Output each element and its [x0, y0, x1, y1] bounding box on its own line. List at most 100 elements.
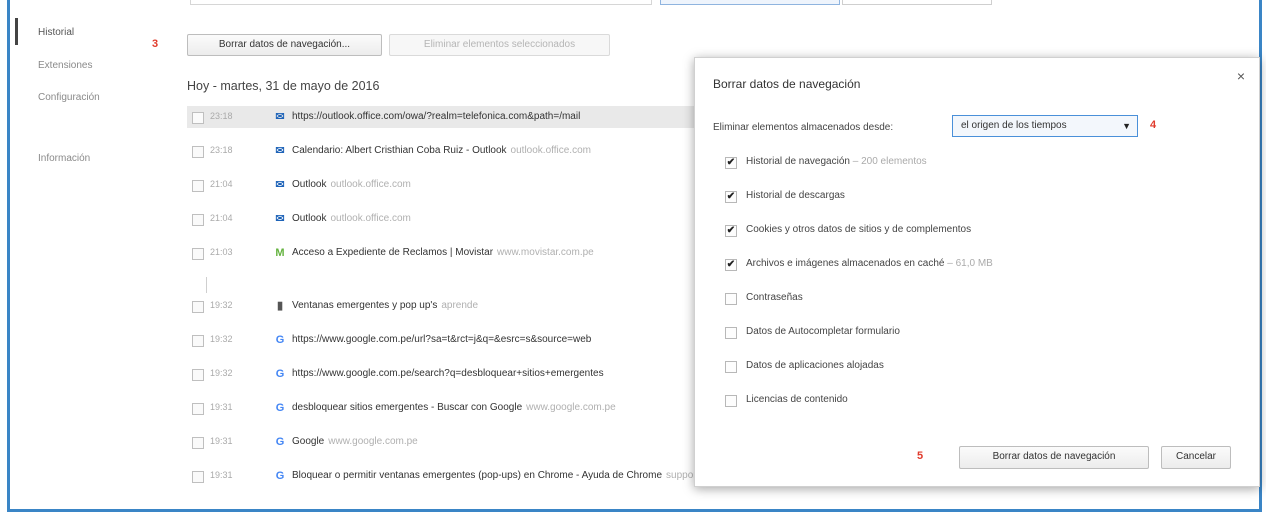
- sidebar-item-extensions[interactable]: Extensiones: [38, 60, 92, 71]
- row-time: 19:32: [210, 300, 233, 310]
- row-time: 23:18: [210, 145, 233, 155]
- row-title-link[interactable]: https://www.google.com.pe/url?sa=t&rct=j…: [292, 334, 595, 345]
- row-checkbox[interactable]: [192, 214, 204, 226]
- google-icon: G: [275, 436, 285, 448]
- row-title-link[interactable]: Google www.google.com.pe: [292, 436, 418, 447]
- sidebar-item-about[interactable]: Información: [38, 153, 90, 164]
- row-checkbox[interactable]: [192, 112, 204, 124]
- history-row[interactable]: 23:18 ✉ Calendario: Albert Cristhian Coba …: [190, 142, 700, 162]
- option-label: Datos de aplicaciones alojadas: [746, 360, 884, 371]
- option-text: Licencias de contenido: [746, 394, 848, 405]
- option-checkbox[interactable]: ✔: [725, 259, 737, 271]
- row-domain: outlook.office.com: [510, 145, 591, 156]
- row-time: 19:31: [210, 470, 233, 480]
- row-title[interactable]: Outlook: [292, 213, 326, 224]
- option-checkbox[interactable]: ✔: [725, 191, 737, 203]
- history-row[interactable]: 19:31 G Google www.google.com.pe: [190, 433, 700, 453]
- row-checkbox[interactable]: [192, 471, 204, 483]
- row-title[interactable]: Calendario: Albert Cristhian Coba Ruiz -…: [292, 145, 507, 156]
- option-checkbox[interactable]: [725, 395, 737, 407]
- option-label: Licencias de contenido: [746, 394, 848, 405]
- option-text: Contraseñas: [746, 292, 803, 303]
- option-text: Datos de aplicaciones alojadas: [746, 360, 884, 371]
- option-checkbox[interactable]: [725, 327, 737, 339]
- row-checkbox[interactable]: [192, 180, 204, 192]
- row-title-link[interactable]: Ventanas emergentes y pop up's aprende: [292, 300, 478, 311]
- clear-browsing-data-button[interactable]: Borrar datos de navegación...: [187, 34, 382, 56]
- row-time: 23:18: [210, 111, 233, 121]
- row-title-link[interactable]: Outlook outlook.office.com: [292, 179, 411, 190]
- history-row[interactable]: 19:32 Ghttps://www.google.com.pe/search?q…: [190, 365, 700, 385]
- google-icon: G: [275, 334, 285, 346]
- history-row[interactable]: 19:32 Ghttps://www.google.com.pe/url?sa=t…: [190, 331, 700, 351]
- row-checkbox[interactable]: [192, 248, 204, 260]
- row-domain: www.google.com.pe: [328, 436, 418, 447]
- row-checkbox[interactable]: [192, 437, 204, 449]
- history-row[interactable]: 21:04 ✉ Outlook outlook.office.com: [190, 210, 700, 230]
- google-icon: G: [275, 470, 285, 482]
- row-checkbox[interactable]: [192, 301, 204, 313]
- row-title[interactable]: Google: [292, 436, 324, 447]
- history-row[interactable]: 19:32 ▮ Ventanas emergentes y pop up's apre…: [190, 297, 700, 317]
- option-label: Archivos e imágenes almacenados en caché…: [746, 258, 993, 269]
- option-label: Historial de descargas: [746, 190, 845, 201]
- option-checkbox[interactable]: ✔: [725, 225, 737, 237]
- row-title-link[interactable]: Bloquear o permitir ventanas emergentes …: [292, 470, 754, 481]
- time-range-select[interactable]: el origen de los tiempos ▼: [952, 115, 1138, 137]
- option-count: – 200 elementos: [852, 156, 927, 167]
- option-checkbox[interactable]: [725, 293, 737, 305]
- row-title-link[interactable]: Outlook outlook.office.com: [292, 213, 411, 224]
- time-range-value: el origen de los tiempos: [961, 120, 1067, 131]
- history-row[interactable]: 19:31 Gdesbloquear sitios emergentes - Bu…: [190, 399, 700, 419]
- row-title-link[interactable]: https://outlook.office.com/owa/?realm=te…: [292, 111, 584, 122]
- row-time: 21:03: [210, 247, 233, 257]
- row-domain: www.google.com.pe: [526, 402, 616, 413]
- dialog-title: Borrar datos de navegación: [713, 77, 861, 91]
- row-time: 21:04: [210, 213, 233, 223]
- history-row[interactable]: 21:03 M Acceso a Expediente de Reclamos | …: [190, 244, 700, 264]
- close-icon[interactable]: ×: [1237, 68, 1245, 84]
- row-checkbox[interactable]: [192, 335, 204, 347]
- option-text: Historial de descargas: [746, 190, 845, 201]
- row-title[interactable]: Bloquear o permitir ventanas emergentes …: [292, 470, 662, 481]
- active-nav-indicator: [15, 18, 18, 45]
- history-row[interactable]: 21:04 ✉ Outlook outlook.office.com: [190, 176, 700, 196]
- dropdown-arrow-icon: ▼: [1122, 121, 1131, 131]
- history-row[interactable]: 19:31 G Bloquear o permitir ventanas emerg…: [190, 467, 754, 487]
- row-title[interactable]: https://outlook.office.com/owa/?realm=te…: [292, 111, 580, 122]
- top-toolbar-button[interactable]: [842, 0, 992, 5]
- history-row[interactable]: 23:18 ✉ https://outlook.office.com/owa/?re…: [190, 108, 700, 128]
- top-search-box[interactable]: [190, 0, 652, 5]
- row-title[interactable]: https://www.google.com.pe/search?q=desbl…: [292, 368, 604, 379]
- row-title[interactable]: Acceso a Expediente de Reclamos | Movist…: [292, 247, 493, 258]
- row-title[interactable]: desbloquear sitios emergentes - Buscar c…: [292, 402, 522, 413]
- row-title-link[interactable]: desbloquear sitios emergentes - Buscar c…: [292, 402, 616, 413]
- remove-selected-button[interactable]: Eliminar elementos seleccionados: [389, 34, 610, 56]
- row-title[interactable]: https://www.google.com.pe/url?sa=t&rct=j…: [292, 334, 591, 345]
- row-domain: outlook.office.com: [330, 179, 411, 190]
- row-time: 19:32: [210, 334, 233, 344]
- row-checkbox[interactable]: [192, 146, 204, 158]
- mail-icon: ✉: [275, 179, 285, 191]
- option-label: Datos de Autocompletar formulario: [746, 326, 900, 337]
- row-checkbox[interactable]: [192, 403, 204, 415]
- option-checkbox[interactable]: [725, 361, 737, 373]
- option-text: Archivos e imágenes almacenados en caché: [746, 258, 945, 269]
- row-time: 21:04: [210, 179, 233, 189]
- sidebar-item-settings[interactable]: Configuración: [38, 92, 100, 103]
- row-title-link[interactable]: https://www.google.com.pe/search?q=desbl…: [292, 368, 608, 379]
- row-title[interactable]: Ventanas emergentes y pop up's: [292, 300, 437, 311]
- row-title-link[interactable]: Calendario: Albert Cristhian Coba Ruiz -…: [292, 145, 591, 156]
- confirm-clear-button[interactable]: Borrar datos de navegación: [959, 446, 1149, 469]
- cancel-button[interactable]: Cancelar: [1161, 446, 1231, 469]
- sidebar-item-history[interactable]: Historial: [38, 27, 74, 38]
- row-title-link[interactable]: Acceso a Expediente de Reclamos | Movist…: [292, 247, 594, 258]
- option-checkbox[interactable]: ✔: [725, 157, 737, 169]
- row-time: 19:31: [210, 402, 233, 412]
- step-marker-4: 4: [1150, 119, 1157, 131]
- row-title[interactable]: Outlook: [292, 179, 326, 190]
- row-checkbox[interactable]: [192, 369, 204, 381]
- top-search-button[interactable]: [660, 0, 840, 5]
- mail-icon: ✉: [275, 213, 285, 225]
- bar-icon: ▮: [276, 300, 284, 312]
